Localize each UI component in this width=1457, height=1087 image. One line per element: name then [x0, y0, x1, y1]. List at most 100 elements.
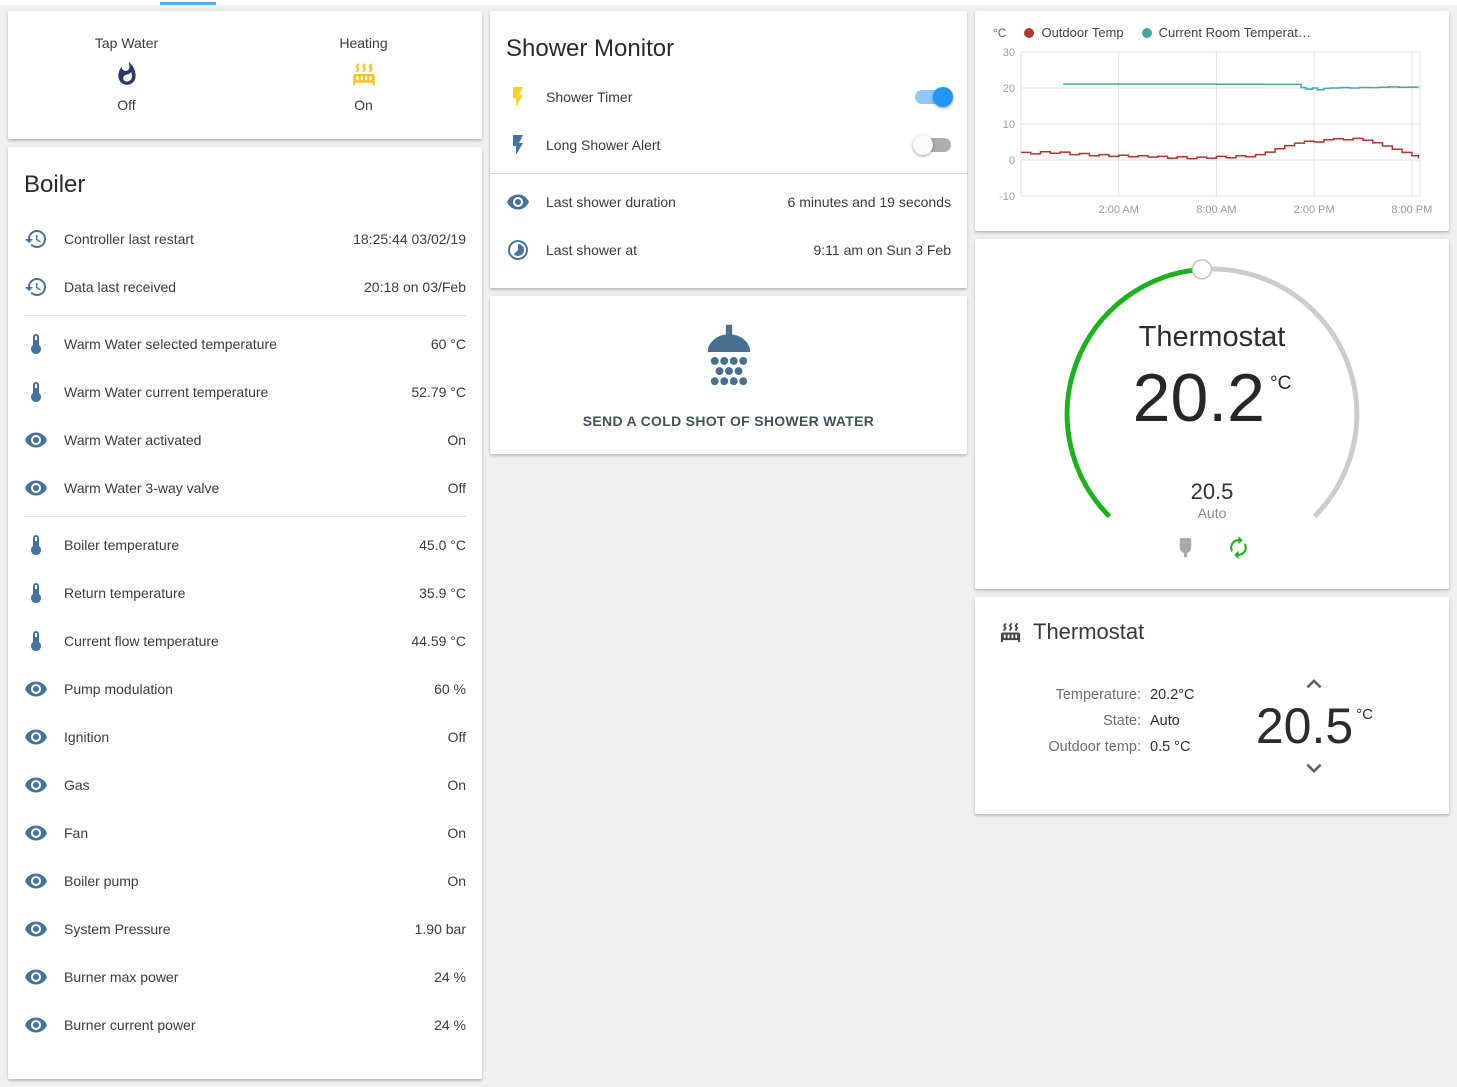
eye-icon: [24, 821, 48, 845]
entity-row[interactable]: Fan On: [8, 809, 482, 857]
card-title: Boiler: [8, 147, 482, 209]
entity-name: Burner current power: [64, 1017, 434, 1033]
entity-name: Warm Water 3-way valve: [64, 480, 448, 496]
hand-pointer-icon[interactable]: [1173, 535, 1198, 560]
timelapse-icon: [506, 238, 530, 262]
legend-item-room-temp[interactable]: Current Room Temperat…: [1142, 25, 1311, 40]
entity-value: 45.0 °C: [419, 537, 466, 553]
fire-icon: [114, 61, 140, 87]
entity-row[interactable]: Ignition Off: [8, 713, 482, 761]
legend-dot: [1024, 28, 1034, 38]
svg-text:30: 30: [1003, 47, 1015, 59]
thermometer-icon: [24, 629, 48, 653]
chevron-down-icon[interactable]: [1299, 753, 1329, 783]
entity-row[interactable]: Current flow temperature 44.59 °C: [8, 617, 482, 665]
history-clock-icon: [24, 227, 48, 251]
entity-row[interactable]: Warm Water current temperature 52.79 °C: [8, 368, 482, 416]
property-value: Auto: [1150, 713, 1180, 729]
entity-row[interactable]: Warm Water selected temperature 60 °C: [8, 320, 482, 368]
dial-mode: Auto: [975, 505, 1449, 521]
entity-row[interactable]: Controller last restart 18:25:44 03/02/1…: [8, 215, 482, 263]
entity-value: 18:25:44 03/02/19: [353, 231, 466, 247]
property-label: Temperature:: [1025, 687, 1141, 703]
property-label: State:: [1025, 713, 1141, 729]
entity-name: Fan: [64, 825, 447, 841]
legend-label: Outdoor Temp: [1041, 25, 1123, 40]
dial-handle[interactable]: [1192, 260, 1211, 279]
property-row: State: Auto: [1025, 713, 1195, 729]
divider: [24, 315, 466, 316]
target-temperature: 20.5°C: [1256, 701, 1373, 751]
toggle-row-long-shower-alert: Long Shower Alert: [490, 121, 967, 169]
chart-legend: °C Outdoor Temp Current Room Temperat…: [991, 23, 1433, 46]
cold-shot-button[interactable]: SEND A COLD SHOT OF SHOWER WATER: [583, 413, 874, 429]
eye-icon: [24, 725, 48, 749]
active-tab-indicator[interactable]: [160, 2, 216, 5]
toggle-long-shower-alert[interactable]: [915, 138, 951, 152]
entity-name: Ignition: [64, 729, 448, 745]
eye-icon: [24, 773, 48, 797]
cold-shot-card: SEND A COLD SHOT OF SHOWER WATER: [490, 296, 967, 454]
dial-unit: °C: [1270, 373, 1291, 394]
glance-label: Heating: [339, 35, 387, 51]
entity-row[interactable]: Warm Water activated On: [8, 416, 482, 464]
legend-dot: [1142, 28, 1152, 38]
legend-item-outdoor-temp[interactable]: Outdoor Temp: [1024, 25, 1123, 40]
entity-value: 24 %: [434, 1017, 466, 1033]
right-column: °C Outdoor Temp Current Room Temperat… 3…: [975, 11, 1449, 822]
svg-text:8:00 AM: 8:00 AM: [1196, 204, 1236, 216]
svg-text:0: 0: [1009, 155, 1015, 167]
entity-row[interactable]: Last shower at 9:11 am on Sun 3 Feb: [490, 226, 967, 274]
temperature-history-chart: 3020100-102:00 AM8:00 AM2:00 PM8:00 PM: [991, 46, 1432, 218]
glance-item-heating[interactable]: Heating On: [245, 35, 482, 113]
thermometer-icon: [24, 332, 48, 356]
entity-row[interactable]: Last shower duration 6 minutes and 19 se…: [490, 178, 967, 226]
left-column: Tap Water Off Heating On Boiler Controll…: [8, 11, 482, 1087]
entity-name: Last shower at: [546, 242, 814, 258]
entity-row[interactable]: Data last received 20:18 on 03/Feb: [8, 263, 482, 311]
radiator-icon: [351, 61, 377, 87]
toggle-shower-timer[interactable]: [915, 90, 951, 104]
divider: [490, 173, 967, 174]
entity-value: 60 °C: [431, 336, 466, 352]
entity-row[interactable]: Boiler temperature 45.0 °C: [8, 521, 482, 569]
thermostat-card-header: Thermostat: [999, 619, 1425, 645]
target-temperature-setter: 20.5°C: [1256, 669, 1373, 783]
toggle-knob: [933, 87, 953, 107]
target-value: 20.5: [1256, 698, 1353, 754]
entity-name: Boiler temperature: [64, 537, 419, 553]
entity-value: 9:11 am on Sun 3 Feb: [814, 242, 952, 258]
thermostat-properties: Temperature: 20.2°C State: Auto Outdoor …: [1025, 687, 1195, 765]
glance-state: On: [354, 97, 373, 113]
entity-name: Warm Water current temperature: [64, 384, 411, 400]
divider: [24, 516, 466, 517]
legend-label: Current Room Temperat…: [1159, 25, 1311, 40]
glance-item-tap-water[interactable]: Tap Water Off: [8, 35, 245, 113]
entity-row[interactable]: Gas On: [8, 761, 482, 809]
entity-row[interactable]: Burner max power 24 %: [8, 953, 482, 1001]
entity-name: Burner max power: [64, 969, 434, 985]
chevron-up-icon[interactable]: [1299, 669, 1329, 699]
entity-name: Last shower duration: [546, 194, 788, 210]
dial-current-temperature: 20.2°C: [975, 359, 1449, 437]
flash-icon: [506, 133, 530, 157]
entity-name: Current flow temperature: [64, 633, 411, 649]
middle-column: Shower Monitor Shower Timer Long Shower …: [490, 11, 967, 462]
entity-row[interactable]: Pump modulation 60 %: [8, 665, 482, 713]
entity-value: 6 minutes and 19 seconds: [788, 194, 951, 210]
property-label: Outdoor temp:: [1025, 739, 1141, 755]
card-title: Shower Monitor: [490, 11, 967, 73]
svg-text:20: 20: [1003, 83, 1015, 95]
entity-value: On: [447, 873, 466, 889]
entity-row[interactable]: Warm Water 3-way valve Off: [8, 464, 482, 512]
svg-text:-10: -10: [999, 191, 1015, 203]
entity-row[interactable]: Boiler pump On: [8, 857, 482, 905]
entity-row[interactable]: Return temperature 35.9 °C: [8, 569, 482, 617]
autorenew-icon[interactable]: [1226, 535, 1251, 560]
entity-value: 24 %: [434, 969, 466, 985]
entity-value: 52.79 °C: [411, 384, 466, 400]
entity-name: Warm Water selected temperature: [64, 336, 431, 352]
entity-row[interactable]: System Pressure 1.90 bar: [8, 905, 482, 953]
entity-row[interactable]: Burner current power 24 %: [8, 1001, 482, 1049]
svg-text:10: 10: [1003, 119, 1015, 131]
